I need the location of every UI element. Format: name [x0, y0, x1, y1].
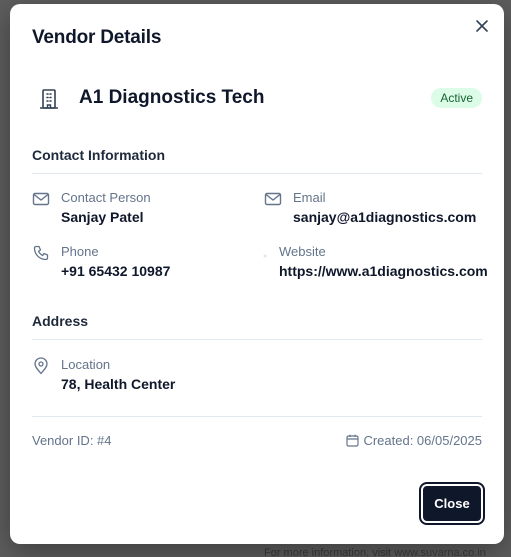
- globe-icon: [263, 254, 267, 258]
- vendor-name: A1 Diagnostics Tech: [79, 87, 265, 108]
- location-value: 78, Health Center: [61, 376, 176, 392]
- email-label: Email: [293, 190, 326, 205]
- address-section-title: Address: [32, 313, 89, 329]
- building-icon: [40, 89, 58, 109]
- modal-title: Vendor Details: [32, 27, 162, 48]
- created-date-text: Created: 06/05/2025: [363, 433, 482, 448]
- location-label: Location: [61, 357, 111, 372]
- phone-value: +91 65432 10987: [61, 263, 171, 279]
- website-label: Website: [279, 244, 326, 259]
- contact-divider: [32, 173, 482, 174]
- vendor-id: Vendor ID: #4: [32, 433, 112, 448]
- contact-person-value: Sanjay Patel: [61, 209, 144, 225]
- mail-icon: [264, 192, 282, 206]
- vendor-header: A1 Diagnostics Tech Active: [32, 84, 482, 114]
- phone-label: Phone: [61, 244, 99, 259]
- phone-icon: [33, 245, 49, 261]
- map-pin-icon: [34, 357, 48, 375]
- calendar-icon: [346, 434, 360, 447]
- footer-divider: [32, 416, 482, 417]
- website-value[interactable]: https://www.a1diagnostics.com: [279, 263, 488, 279]
- address-divider: [32, 339, 482, 340]
- email-value: sanjay@a1diagnostics.com: [293, 209, 477, 225]
- vendor-details-modal: Vendor Details A1 Diagnostics Tech Activ…: [10, 4, 504, 544]
- status-badge: Active: [431, 88, 482, 108]
- backdrop-footer-text: For more information, visit www.suvarna.…: [264, 547, 486, 557]
- close-button[interactable]: Close: [421, 484, 483, 523]
- mail-icon: [32, 192, 50, 206]
- contact-section-title: Contact Information: [32, 147, 165, 163]
- contact-person-label: Contact Person: [61, 190, 151, 205]
- created-date: Created: 06/05/2025: [346, 433, 482, 448]
- close-icon[interactable]: [474, 18, 490, 34]
